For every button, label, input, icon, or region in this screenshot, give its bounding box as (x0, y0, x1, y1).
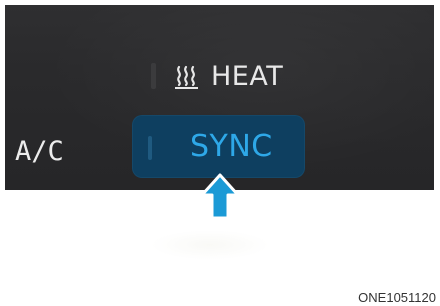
heat-indicator-light (151, 63, 156, 89)
sync-label: SYNC (190, 129, 273, 164)
ac-button[interactable]: A/C (15, 134, 64, 170)
climate-control-panel: HEAT A/C SYNC (5, 5, 434, 190)
sync-button[interactable]: SYNC (132, 115, 305, 178)
figure-frame: HEAT A/C SYNC ONE1051120 (0, 0, 440, 306)
figure-code: ONE1051120 (358, 290, 436, 305)
heat-button[interactable]: HEAT (145, 53, 305, 99)
background-glow (150, 230, 270, 260)
seat-heat-icon (175, 65, 198, 89)
up-arrow-icon (200, 173, 240, 220)
sync-indicator-light (148, 136, 152, 160)
heat-label: HEAT (211, 61, 284, 92)
